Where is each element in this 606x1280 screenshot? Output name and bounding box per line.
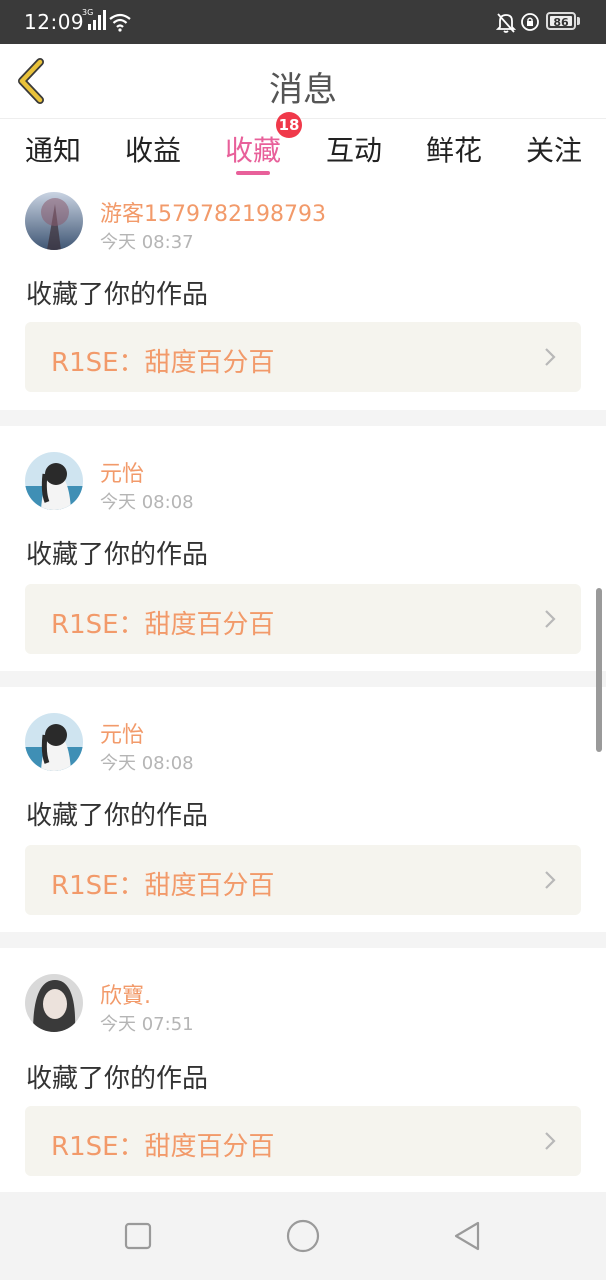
active-tab-indicator [236, 171, 270, 175]
header: 消息 [0, 44, 606, 119]
network-type: 3G [82, 8, 94, 17]
timestamp: 今天 08:37 [100, 232, 194, 253]
page-title: 消息 [269, 70, 337, 110]
username[interactable]: 元怡 [100, 456, 144, 488]
back-nav-button[interactable] [450, 1218, 486, 1254]
cell-signal-icon: 3G [82, 8, 106, 32]
work-title: R1SE：甜度百分百 [51, 871, 275, 901]
tab-follows[interactable]: 关注 [504, 129, 604, 169]
avatar[interactable] [25, 192, 83, 250]
status-time: 12:09 [24, 10, 85, 34]
work-link[interactable]: R1SE：甜度百分百 [25, 845, 581, 915]
scrollbar[interactable] [596, 588, 602, 752]
status-bar: 12:09 3G 86 [0, 0, 606, 44]
square-icon [124, 1222, 152, 1250]
work-title: R1SE：甜度百分百 [51, 348, 275, 378]
chevron-right-icon [545, 1132, 556, 1150]
action-text: 收藏了你的作品 [26, 1064, 209, 1094]
circle-icon [286, 1219, 320, 1253]
message-card: 元怡 今天 08:08 收藏了你的作品 R1SE：甜度百分百 [0, 687, 606, 931]
bell-muted-icon [495, 12, 517, 34]
timestamp: 今天 07:51 [100, 1014, 194, 1035]
username[interactable]: 游客1579782198793 [100, 196, 326, 228]
rotation-lock-icon [520, 12, 540, 32]
message-card: 欣寶. 今天 07:51 收藏了你的作品 R1SE：甜度百分百 [0, 948, 606, 1192]
chevron-right-icon [545, 871, 556, 889]
avatar[interactable] [25, 974, 83, 1032]
action-text: 收藏了你的作品 [26, 540, 209, 570]
message-card: 元怡 今天 08:08 收藏了你的作品 R1SE：甜度百分百 [0, 426, 606, 670]
triangle-back-icon [454, 1221, 480, 1251]
work-link[interactable]: R1SE：甜度百分百 [25, 1106, 581, 1176]
tab-interactions[interactable]: 互动 [304, 129, 404, 169]
avatar[interactable] [25, 452, 83, 510]
timestamp: 今天 08:08 [100, 492, 194, 513]
chevron-right-icon [545, 348, 556, 366]
username[interactable]: 元怡 [100, 717, 144, 749]
message-card: 游客1579782198793 今天 08:37 收藏了你的作品 R1SE：甜度… [0, 182, 606, 409]
system-nav-bar [0, 1192, 606, 1280]
work-title: R1SE：甜度百分百 [51, 1132, 275, 1162]
recents-button[interactable] [120, 1218, 156, 1254]
action-text: 收藏了你的作品 [26, 801, 209, 831]
work-link[interactable]: R1SE：甜度百分百 [25, 322, 581, 392]
tab-bar: 通知 收益 收藏 互动 鲜花 关注 [0, 119, 606, 181]
action-text: 收藏了你的作品 [26, 280, 209, 310]
tab-notifications[interactable]: 通知 [3, 129, 103, 169]
home-button[interactable] [285, 1218, 321, 1254]
tab-flowers[interactable]: 鲜花 [404, 129, 504, 169]
battery-nub [577, 17, 580, 25]
battery-icon: 86 [546, 12, 576, 30]
username[interactable]: 欣寶. [100, 978, 151, 1010]
battery-level: 86 [553, 16, 569, 29]
work-link[interactable]: R1SE：甜度百分百 [25, 584, 581, 654]
card-divider [0, 671, 606, 687]
unread-badge: 18 [276, 112, 302, 138]
avatar[interactable] [25, 713, 83, 771]
chevron-right-icon [545, 610, 556, 628]
timestamp: 今天 08:08 [100, 753, 194, 774]
wifi-icon [108, 12, 132, 32]
work-title: R1SE：甜度百分百 [51, 610, 275, 640]
card-divider [0, 410, 606, 426]
card-divider [0, 932, 606, 948]
tab-earnings[interactable]: 收益 [103, 129, 203, 169]
